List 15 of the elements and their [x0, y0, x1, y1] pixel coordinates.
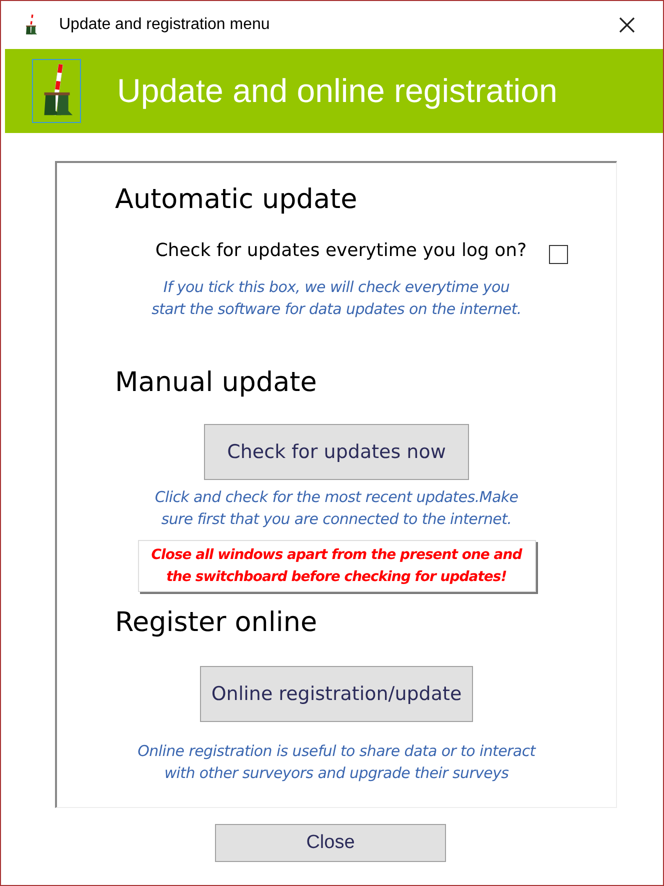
action-button[interactable]: Online registration/update — [200, 666, 473, 722]
section-heading: Manual update — [115, 366, 317, 400]
warning-notice: Close all windows apart from the present one and the switchboard before checking for updates! — [138, 540, 536, 592]
header-title: Update and online registration — [117, 71, 558, 112]
close-button[interactable]: Close — [215, 824, 446, 862]
update-checkbox[interactable] — [548, 245, 568, 264]
section-heading: Register online — [115, 606, 318, 640]
close-icon[interactable] — [617, 15, 637, 35]
action-button[interactable]: Check for updates now — [204, 424, 469, 480]
help-text: Click and check for the most recent updates.Make sure first that you are connected to the internet. — [154, 487, 518, 530]
checkbox-label: Check for updates everytime you log on? — [155, 239, 527, 263]
help-text: Online registration is useful to share data or to interact with other surveyors and upgrade their surveys — [138, 741, 536, 784]
window-title: Update and registration menu — [59, 15, 270, 35]
section-heading: Automatic update — [115, 183, 358, 217]
help-text: If you tick this box, we will check everytime you start the software for data updates on the internet. — [152, 277, 522, 320]
